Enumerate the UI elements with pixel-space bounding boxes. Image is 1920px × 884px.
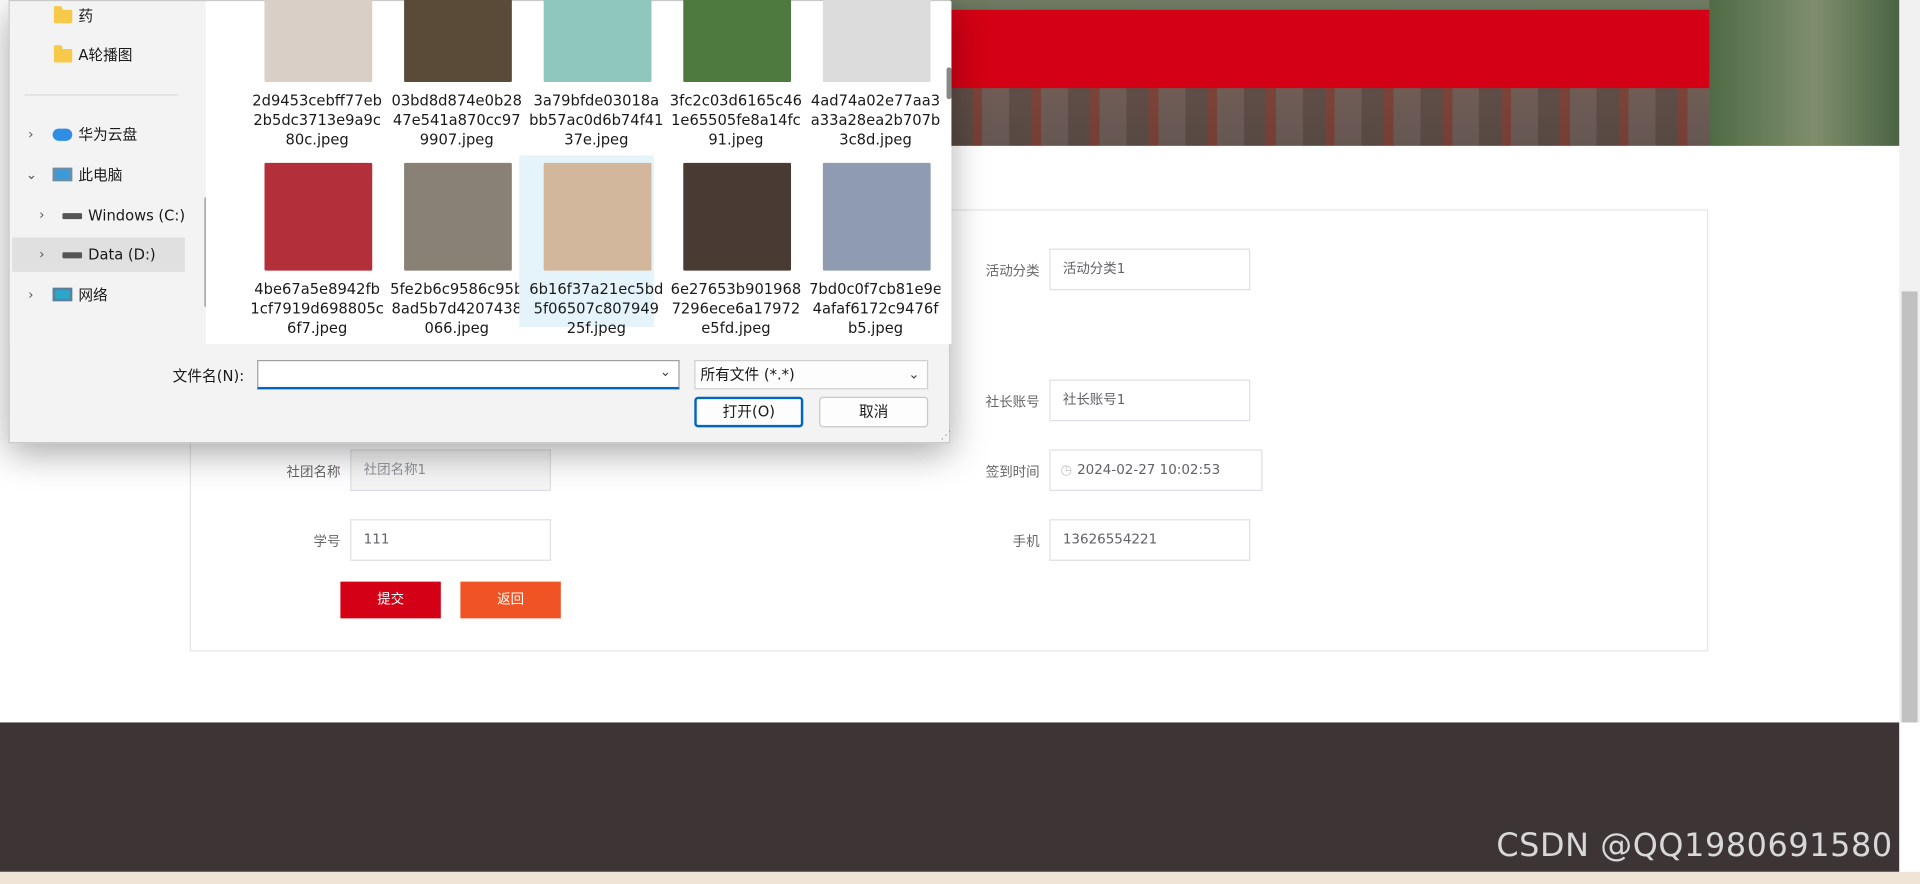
page-banner — [950, 0, 1920, 146]
filetype-value: 所有文件 (*.*) — [700, 366, 795, 384]
taskbar — [0, 871, 1920, 884]
president-label: 社长账号 — [985, 394, 1040, 411]
file-tile[interactable]: 2d9453cebff77eb2b5dc3713e9a9c80c.jpeg — [240, 0, 382, 148]
drive-icon — [62, 252, 83, 259]
file-name: 3a79bfde03018abb57ac0d6b74f4137e.jpeg — [529, 91, 664, 149]
student-label: 学号 — [313, 533, 341, 550]
file-thumbnail — [404, 162, 512, 271]
nav-item-drive-d[interactable]: › Data (D:) — [12, 237, 185, 272]
pc-icon — [52, 167, 73, 182]
file-tile[interactable]: 7bd0c0f7cb81e9e4afaf6172c9476fb5.jpeg — [798, 156, 942, 337]
file-list: 2d9453cebff77eb2b5dc3713e9a9c80c.jpeg 03b… — [205, 0, 942, 345]
nav-item-drive-c[interactable]: › Windows (C:) — [10, 198, 194, 232]
file-name: 5fe2b6c9586c95b8ad5b7d4207438066.jpeg — [390, 280, 524, 337]
folder-icon — [53, 45, 73, 63]
file-open-dialog: 药 A轮播图 › 华为云盘 ⌄ 此电脑 › Windows (C:) › Dat… — [8, 0, 952, 444]
nav-divider — [24, 94, 178, 96]
cloud-icon — [52, 128, 73, 141]
file-tile[interactable]: 6e27653b9019687296ece6a17972e5fd.jpeg — [659, 156, 801, 337]
category-input[interactable]: 活动分类1 — [1049, 248, 1251, 291]
back-button[interactable]: 返回 — [460, 581, 561, 619]
nav-item-carousel[interactable]: A轮播图 — [10, 38, 194, 72]
checkin-label: 签到时间 — [985, 464, 1040, 481]
file-thumbnail — [822, 0, 931, 83]
file-tile[interactable]: 6b16f37a21ec5bd5f06507c80794925f.jpeg — [519, 155, 663, 337]
file-thumbnail — [264, 162, 373, 271]
watermark: CSDN @QQ1980691580 — [1496, 827, 1893, 865]
phone-label: 手机 — [1012, 533, 1040, 550]
submit-button[interactable]: 提交 — [340, 581, 441, 619]
folder-icon — [53, 6, 73, 24]
file-tile[interactable]: 5fe2b6c9586c95b8ad5b7d4207438066.jpeg — [380, 156, 523, 337]
chevron-right-icon[interactable]: › — [39, 238, 44, 272]
file-name: 3fc2c03d6165c461e65505fe8a14fc91.jpeg — [669, 91, 803, 149]
filetype-select[interactable]: 所有文件 (*.*) ⌄ — [694, 360, 929, 390]
phone-input[interactable]: 13626554221 — [1049, 519, 1251, 561]
nav-item-label: 此电脑 — [78, 166, 123, 184]
banner-red-bar — [950, 9, 1710, 89]
file-name: 4ad74a02e77aa3a33a28ea2b707b3c8d.jpeg — [810, 91, 941, 149]
network-icon — [52, 287, 73, 302]
file-tile[interactable]: 4be67a5e8942fb1cf7919d698805c6f7.jpeg — [240, 156, 384, 337]
navigation-pane: 药 A轮播图 › 华为云盘 ⌄ 此电脑 › Windows (C:) › Dat… — [9, 0, 196, 345]
nav-item-label: 药 — [78, 7, 94, 25]
chevron-right-icon[interactable]: › — [39, 198, 44, 232]
file-tile[interactable]: 4ad74a02e77aa3a33a28ea2b707b3c8d.jpeg — [798, 0, 940, 148]
page-scrollbar-thumb[interactable] — [1901, 291, 1918, 723]
president-input[interactable]: 社长账号1 — [1049, 379, 1251, 422]
file-thumbnail — [683, 162, 792, 271]
banner-buildings — [950, 85, 1710, 146]
banner-trees — [1709, 0, 1920, 146]
drive-icon — [62, 213, 83, 220]
nav-item-yao[interactable]: 药 — [10, 0, 194, 33]
file-tile[interactable]: 3a79bfde03018abb57ac0d6b74f4137e.jpeg — [519, 0, 664, 148]
file-scrollbar-thumb[interactable] — [946, 67, 952, 100]
checkin-value: 2024-02-27 10:02:53 — [1077, 461, 1221, 478]
nav-item-huawei-cloud[interactable]: › 华为云盘 — [10, 118, 194, 152]
file-thumbnail — [822, 162, 931, 271]
club-input: 社团名称1 — [350, 449, 552, 492]
file-thumbnail — [404, 0, 512, 83]
file-thumbnail — [683, 0, 792, 83]
nav-item-network[interactable]: › 网络 — [10, 278, 194, 312]
cancel-button[interactable]: 取消 — [819, 396, 929, 428]
checkin-input[interactable]: ◷ 2024-02-27 10:02:53 — [1049, 449, 1263, 492]
chevron-right-icon[interactable]: › — [28, 118, 33, 152]
filename-input[interactable]: ⌄ — [257, 360, 680, 390]
category-label: 活动分类 — [985, 263, 1040, 280]
clock-icon: ◷ — [1060, 461, 1073, 478]
resize-grip-icon[interactable]: ⋰ — [940, 430, 951, 442]
file-thumbnail — [543, 162, 652, 271]
file-name: 6e27653b9019687296ece6a17972e5fd.jpeg — [670, 280, 802, 337]
nav-item-label: 华为云盘 — [78, 126, 138, 144]
file-name: 7bd0c0f7cb81e9e4afaf6172c9476fb5.jpeg — [809, 280, 942, 337]
student-input[interactable]: 111 — [350, 519, 552, 561]
club-label: 社团名称 — [286, 464, 341, 481]
file-name: 6b16f37a21ec5bd5f06507c80794925f.jpeg — [529, 280, 664, 337]
nav-item-label: 网络 — [78, 286, 108, 304]
file-tile[interactable]: 3fc2c03d6165c461e65505fe8a14fc91.jpeg — [659, 0, 802, 148]
file-thumbnail — [543, 0, 652, 83]
nav-item-label: Data (D:) — [88, 246, 156, 264]
file-name: 2d9453cebff77eb2b5dc3713e9a9c80c.jpeg — [252, 91, 383, 149]
chevron-down-icon: ⌄ — [908, 366, 920, 383]
file-scrollbar[interactable] — [940, 1, 952, 345]
file-thumbnail — [264, 0, 373, 83]
chevron-right-icon[interactable]: › — [28, 278, 33, 312]
filename-label: 文件名(N): — [172, 367, 245, 385]
nav-item-label: Windows (C:) — [88, 206, 186, 225]
file-name: 03bd8d874e0b2847e541a870cc979907.jpeg — [391, 91, 522, 149]
open-button[interactable]: 打开(O) — [694, 396, 804, 428]
chevron-down-icon[interactable]: ⌄ — [26, 158, 37, 192]
nav-item-this-pc[interactable]: ⌄ 此电脑 — [10, 158, 194, 192]
file-name: 4be67a5e8942fb1cf7919d698805c6f7.jpeg — [250, 280, 384, 337]
nav-item-label: A轮播图 — [78, 46, 133, 64]
page-scrollbar[interactable] — [1899, 0, 1920, 723]
chevron-down-icon[interactable]: ⌄ — [660, 364, 671, 380]
file-tile[interactable]: 03bd8d874e0b2847e541a870cc979907.jpeg — [380, 0, 522, 148]
